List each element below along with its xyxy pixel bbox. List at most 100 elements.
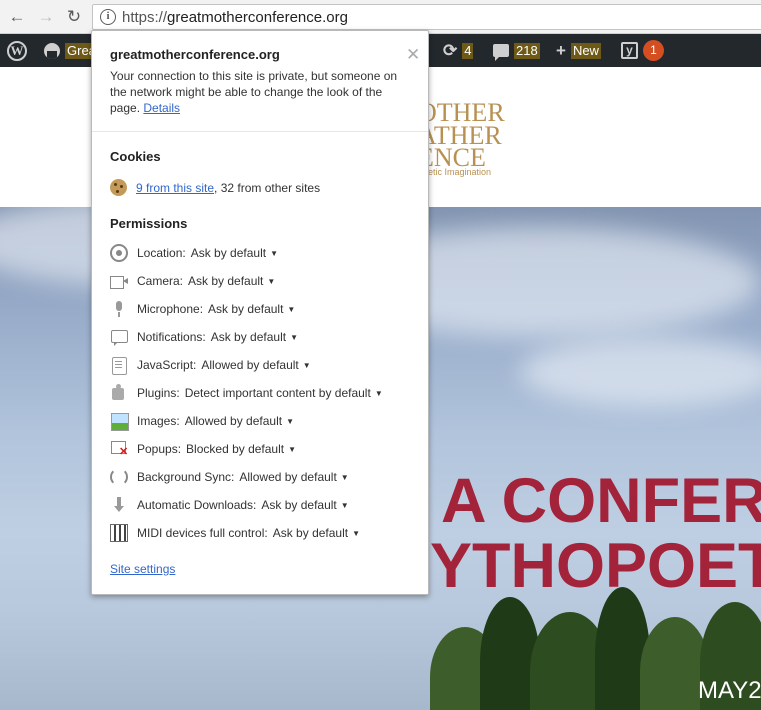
permission-row-automatic-downloads: Automatic Downloads: Ask by default ▼ — [110, 495, 349, 515]
forward-arrow-icon: → — [37, 7, 55, 26]
comments-menu[interactable]: 218 — [493, 34, 540, 67]
permissions-heading: Permissions — [110, 216, 188, 231]
cloud — [520, 337, 761, 407]
permission-value: Ask by default — [272, 526, 349, 540]
hero-headline-line1: A CONFER — [441, 466, 761, 536]
comments-icon — [493, 44, 509, 61]
permission-label: Microphone: — [137, 302, 204, 316]
permission-select-camera[interactable]: Ask by default ▼ — [188, 274, 275, 288]
comments-count: 218 — [514, 42, 540, 59]
permission-label: Location: — [137, 246, 186, 260]
permission-select-location[interactable]: Ask by default ▼ — [191, 246, 278, 260]
permission-value: Ask by default — [261, 498, 337, 512]
wordpress-logo-icon: W — [7, 40, 27, 61]
notifications-icon — [110, 328, 128, 346]
popup-divider — [92, 131, 428, 132]
dropdown-caret-icon: ▼ — [340, 472, 349, 482]
background-sync-icon — [110, 468, 128, 486]
cookies-heading: Cookies — [110, 149, 161, 164]
url-scheme: https:// — [122, 9, 168, 26]
site-info-icon[interactable]: i — [100, 9, 116, 25]
permission-row-plugins: Plugins: Detect important content by def… — [110, 383, 383, 403]
close-icon: ✕ — [406, 45, 421, 64]
site-settings-link[interactable]: Site settings — [110, 562, 175, 576]
new-content-menu[interactable]: + New — [556, 34, 601, 67]
browser-toolbar: ← → ↻ i https://greatmotherconference.or… — [0, 0, 761, 34]
permission-select-plugins[interactable]: Detect important content by default ▼ — [185, 386, 383, 400]
automatic-downloads-icon — [110, 496, 128, 514]
connection-description: Your connection to this site is private,… — [110, 68, 410, 116]
microphone-icon — [110, 300, 128, 318]
details-link[interactable]: Details — [143, 101, 180, 115]
hero-date: MAY2 — [698, 677, 761, 704]
permission-row-location: Location: Ask by default ▼ — [110, 243, 278, 263]
plugins-icon — [110, 384, 128, 402]
permission-row-javascript: JavaScript: Allowed by default ▼ — [110, 355, 311, 375]
cookies-from-site-link[interactable]: 9 from this site — [136, 181, 214, 195]
permission-value: Ask by default — [210, 330, 287, 344]
wp-logo-menu[interactable]: W — [7, 34, 27, 67]
close-popup-button[interactable]: ✕ — [406, 45, 420, 65]
new-label: New — [570, 42, 601, 59]
seo-menu[interactable]: y 1 — [621, 34, 664, 67]
dropdown-caret-icon: ▼ — [270, 248, 278, 258]
location-icon — [110, 244, 128, 262]
permission-select-midi[interactable]: Ask by default ▼ — [273, 526, 360, 540]
midi-icon — [110, 524, 128, 542]
dropdown-caret-icon: ▼ — [286, 416, 295, 426]
site-info-popup: ✕ greatmotherconference.org Your connect… — [91, 30, 429, 595]
permission-value: Detect important content by default — [184, 386, 371, 400]
images-icon — [110, 412, 129, 431]
permission-label: Automatic Downloads: — [137, 498, 257, 512]
url-host: greatmotherconference.org — [167, 9, 348, 26]
permission-label: MIDI devices full control: — [137, 526, 268, 540]
permission-row-midi: MIDI devices full control: Ask by defaul… — [110, 523, 360, 543]
permission-select-popups[interactable]: Blocked by default ▼ — [186, 442, 296, 456]
popups-blocked-icon — [110, 440, 128, 458]
popup-site-name: greatmotherconference.org — [110, 47, 280, 62]
seo-notification-badge: 1 — [643, 40, 664, 61]
updates-icon: ⟳ — [443, 41, 458, 60]
cookie-icon — [110, 179, 127, 196]
dropdown-caret-icon: ▼ — [374, 388, 383, 398]
permission-value: Allowed by default — [239, 470, 337, 484]
permission-label: JavaScript: — [137, 358, 197, 372]
permission-row-notifications: Notifications: Ask by default ▼ — [110, 327, 298, 347]
permission-select-notifications[interactable]: Ask by default ▼ — [211, 330, 298, 344]
permission-value: Ask by default — [208, 302, 284, 316]
reload-button[interactable]: ↻ — [63, 6, 85, 28]
permission-select-background-sync[interactable]: Allowed by default ▼ — [239, 470, 348, 484]
permission-value: Ask by default — [190, 246, 267, 260]
permission-label: Camera: — [137, 274, 184, 288]
url-text[interactable]: https://greatmotherconference.org — [122, 9, 348, 26]
permission-select-automatic-downloads[interactable]: Ask by default ▼ — [261, 498, 348, 512]
dashboard-icon — [44, 42, 60, 59]
reload-icon: ↻ — [66, 7, 82, 26]
permission-label: Background Sync: — [137, 470, 235, 484]
back-button[interactable]: ← — [6, 6, 28, 28]
permission-label: Notifications: — [137, 330, 206, 344]
forward-button[interactable]: → — [35, 6, 57, 28]
hero-headline-line2: YTHOPOET — [430, 531, 761, 601]
dropdown-caret-icon: ▼ — [290, 332, 298, 342]
dropdown-caret-icon: ▼ — [287, 304, 296, 314]
dropdown-caret-icon: ▼ — [352, 528, 361, 538]
site-name-menu[interactable]: Grea — [44, 34, 98, 67]
permission-label: Images: — [137, 414, 180, 428]
back-arrow-icon: ← — [8, 7, 26, 26]
dropdown-caret-icon: ▼ — [340, 500, 349, 510]
cookies-row: 9 from this site, 32 from other sites — [110, 179, 320, 196]
permission-value: Allowed by default — [201, 358, 299, 372]
updates-count: 4 — [462, 42, 474, 59]
address-bar[interactable]: i https://greatmotherconference.org — [92, 4, 761, 30]
permission-label: Popups: — [137, 442, 182, 456]
permission-select-microphone[interactable]: Ask by default ▼ — [208, 302, 295, 316]
permission-row-camera: Camera: Ask by default ▼ — [110, 271, 275, 291]
permission-row-popups: Popups: Blocked by default▼ — [110, 439, 296, 459]
updates-menu[interactable]: ⟳ 4 — [443, 34, 474, 67]
permission-select-javascript[interactable]: Allowed by default ▼ — [201, 358, 310, 372]
permission-label: Plugins: — [137, 386, 180, 400]
javascript-icon — [110, 356, 128, 375]
permission-select-images[interactable]: Allowed by default ▼ — [185, 414, 294, 428]
permission-value: Ask by default — [188, 274, 264, 288]
